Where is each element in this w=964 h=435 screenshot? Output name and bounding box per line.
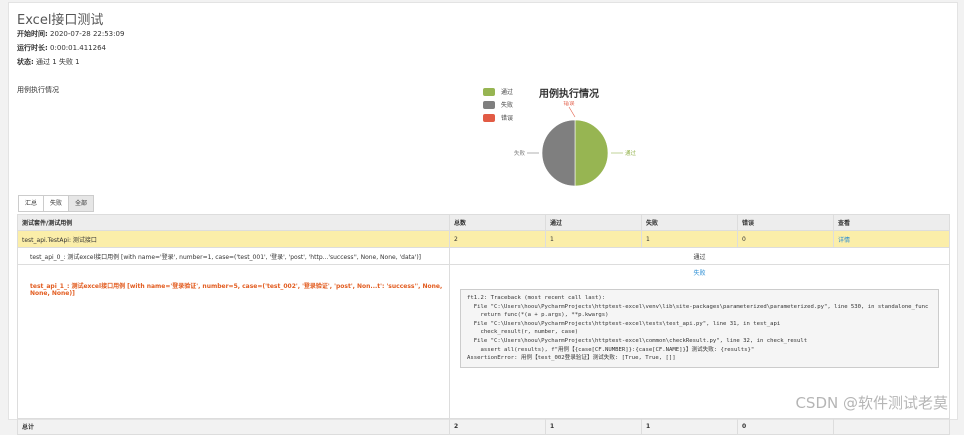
legend-swatch-fail (483, 100, 495, 109)
suite-name: test_api.TestApi: 测试接口 (17, 230, 450, 248)
filter-all-button[interactable]: 全部 (68, 195, 95, 212)
total-row: 总计 2 1 1 0 (17, 418, 950, 435)
run-status: 状态: 通过 1 失败 1 (17, 57, 80, 67)
total-empty (833, 418, 950, 435)
pie-label-2: 错误 (563, 101, 575, 107)
col-header-suite: 测试套件/测试用例 (17, 214, 450, 231)
run-duration-value: 0:00:01.411264 (50, 44, 106, 52)
start-time-value: 2020-07-28 22:53:09 (50, 30, 125, 38)
traceback-box: ft1.2: Traceback (most recent call last)… (460, 289, 939, 368)
pie-label-line-2 (568, 106, 576, 118)
col-header-view: 查看 (833, 214, 950, 231)
pie-slice-0[interactable] (574, 119, 609, 187)
page-title: Excel接口测试 (17, 13, 104, 28)
suite-pass: 1 (545, 230, 642, 248)
filter-button-group: 汇总 失败 全部 (18, 195, 95, 212)
table-header-row: 测试套件/测试用例 总数 通过 失败 错误 查看 (17, 214, 950, 231)
suite-error: 0 (737, 230, 834, 248)
pie-slice-1[interactable] (541, 119, 576, 187)
legend-swatch-pass (483, 87, 495, 96)
pie-label-0: 通过 (625, 149, 637, 157)
watermark: CSDN @软件测试老莫 (795, 394, 948, 412)
legend-label-pass: 通过 (501, 89, 514, 96)
start-time: 开始时间: 2020-07-28 22:53:09 (17, 29, 124, 39)
suite-detail-cell: 详情 (833, 230, 950, 248)
run-status-value: 通过 1 失败 1 (36, 58, 80, 66)
pass-case-name: test_api_0_: 测试excel接口用例 [with name='登录'… (17, 247, 450, 265)
chart-title: 用例执行情况 (539, 89, 599, 100)
col-header-pass: 通过 (545, 214, 642, 231)
filter-failed-button[interactable]: 失败 (43, 195, 70, 212)
total-count: 2 (449, 418, 546, 435)
start-time-label: 开始时间: (17, 30, 48, 38)
col-header-fail: 失败 (641, 214, 738, 231)
pass-case-status: 通过 (449, 247, 950, 265)
col-header-error: 错误 (737, 214, 834, 231)
legend-item-pass[interactable]: 通过 (483, 85, 513, 98)
total-fail: 1 (641, 418, 738, 435)
total-pass: 1 (545, 418, 642, 435)
suite-fail: 1 (641, 230, 738, 248)
fail-case-name: test_api_1_: 测试excel接口用例 [with name='登录验… (17, 264, 450, 419)
report-page: Excel接口测试 开始时间: 2020-07-28 22:53:09 运行时长… (8, 2, 958, 435)
chart-caption: 用例执行情况 (17, 86, 59, 94)
run-status-label: 状态: (17, 58, 34, 66)
run-duration: 运行时长: 0:00:01.411264 (17, 43, 106, 53)
run-duration-label: 运行时长: (17, 44, 48, 52)
filter-summary-button[interactable]: 汇总 (18, 195, 45, 212)
total-label: 总计 (17, 418, 450, 435)
suite-total: 2 (449, 230, 546, 248)
fail-case-status-link[interactable]: 失败 (454, 265, 945, 277)
col-header-total: 总数 (449, 214, 546, 231)
suite-row: test_api.TestApi: 测试接口 2 1 1 0 详情 (17, 230, 950, 248)
pie-label-1: 失败 (514, 149, 526, 157)
suite-detail-link[interactable]: 详情 (838, 237, 850, 244)
pie-chart: 通过 失败 错误 (514, 101, 637, 187)
table-row-pass-case: test_api_0_: 测试excel接口用例 [with name='登录'… (17, 247, 950, 265)
total-error: 0 (737, 418, 834, 435)
legend-swatch-error (483, 113, 495, 122)
